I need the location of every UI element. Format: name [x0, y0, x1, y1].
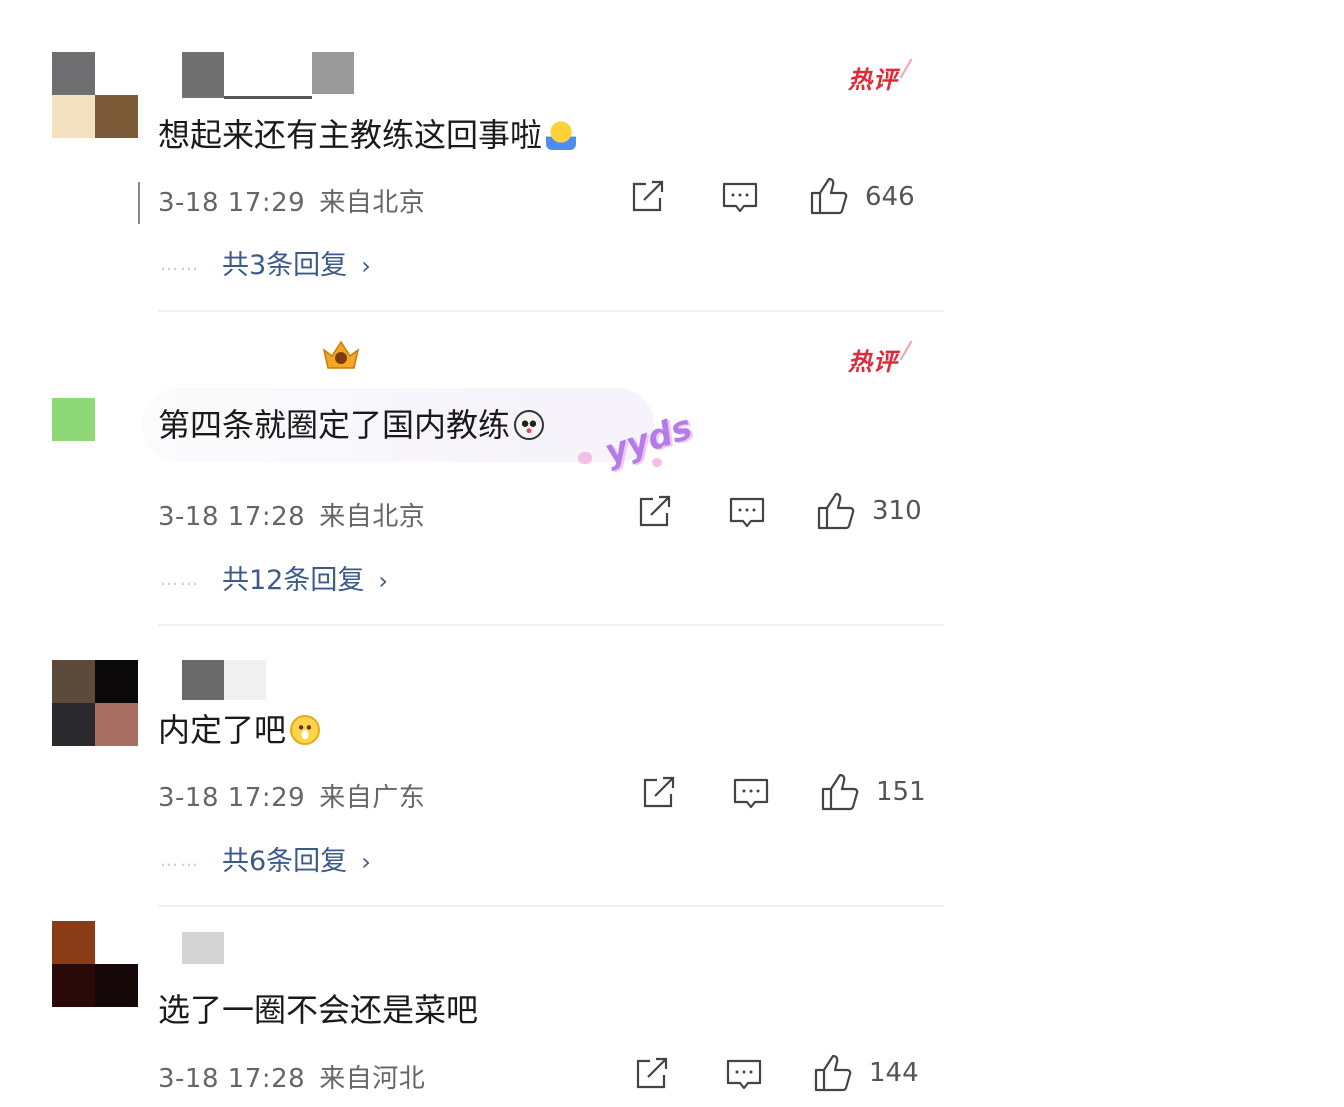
- share-icon[interactable]: [634, 1057, 670, 1091]
- like-icon[interactable]: [817, 491, 855, 531]
- location: 来自河北: [319, 1064, 426, 1094]
- comment-text: 第四条就圈定了国内教练: [158, 400, 545, 446]
- heart-decoration: [578, 452, 592, 464]
- comment-icon[interactable]: [733, 778, 769, 810]
- view-replies-link[interactable]: …… 共3条回复 ›: [160, 243, 371, 282]
- comment-meta: 3-18 17:28 来自河北: [158, 1058, 425, 1095]
- chevron-right-icon: ›: [361, 252, 371, 280]
- like-icon[interactable]: [810, 176, 848, 216]
- location: 来自北京: [319, 188, 426, 218]
- hot-comment-badge: 热评: [848, 60, 898, 95]
- share-icon[interactable]: [637, 495, 673, 529]
- view-replies-link[interactable]: …… 共12条回复 ›: [160, 558, 388, 597]
- comment-text: 想起来还有主教练这回事啦: [158, 110, 577, 156]
- like-icon[interactable]: [814, 1053, 852, 1093]
- location: 来自广东: [319, 783, 426, 813]
- like-count: 310: [872, 496, 922, 526]
- chevron-right-icon: ›: [378, 567, 388, 595]
- divider: [158, 624, 944, 626]
- comment-icon[interactable]: [729, 497, 765, 529]
- panda-emoji-icon: [514, 410, 545, 440]
- comment-meta: 3-18 17:28 来自北京: [158, 496, 425, 533]
- avatar[interactable]: [52, 660, 138, 746]
- comment-text: 内定了吧: [158, 705, 321, 751]
- like-count: 144: [869, 1058, 919, 1088]
- comment-text: 选了一圈不会还是菜吧: [158, 991, 479, 1029]
- timestamp: 3-18 17:28: [158, 502, 306, 532]
- hug-emoji-icon: [546, 120, 577, 150]
- avatar[interactable]: [52, 398, 96, 442]
- like-count: 646: [865, 182, 915, 212]
- username-redacted[interactable]: [160, 52, 360, 99]
- divider: [158, 310, 944, 312]
- share-icon[interactable]: [630, 180, 666, 214]
- comment-meta: 3-18 17:29 来自北京: [158, 182, 425, 219]
- like-count: 151: [876, 777, 926, 807]
- share-icon[interactable]: [641, 776, 677, 810]
- timestamp: 3-18 17:29: [158, 783, 306, 813]
- location: 来自北京: [319, 502, 426, 532]
- timestamp: 3-18 17:28: [158, 1064, 306, 1094]
- grin-emoji-icon: [290, 715, 321, 745]
- avatar[interactable]: [52, 52, 138, 138]
- username-redacted[interactable]: [160, 660, 280, 704]
- comment-icon[interactable]: [722, 182, 758, 214]
- view-replies-link[interactable]: …… 共6条回复 ›: [160, 839, 371, 878]
- username-redacted[interactable]: [160, 930, 280, 974]
- comment-icon[interactable]: [726, 1059, 762, 1091]
- comment-meta: 3-18 17:29 来自广东: [158, 777, 425, 814]
- divider-bar: [138, 182, 140, 224]
- divider: [158, 905, 944, 907]
- timestamp: 3-18 17:29: [158, 188, 306, 218]
- heart-decoration: [652, 458, 662, 467]
- vip-badge-icon: [320, 338, 360, 372]
- avatar[interactable]: [52, 921, 138, 1007]
- hot-comment-badge: 热评: [848, 342, 898, 377]
- like-icon[interactable]: [821, 772, 859, 812]
- chevron-right-icon: ›: [361, 848, 371, 876]
